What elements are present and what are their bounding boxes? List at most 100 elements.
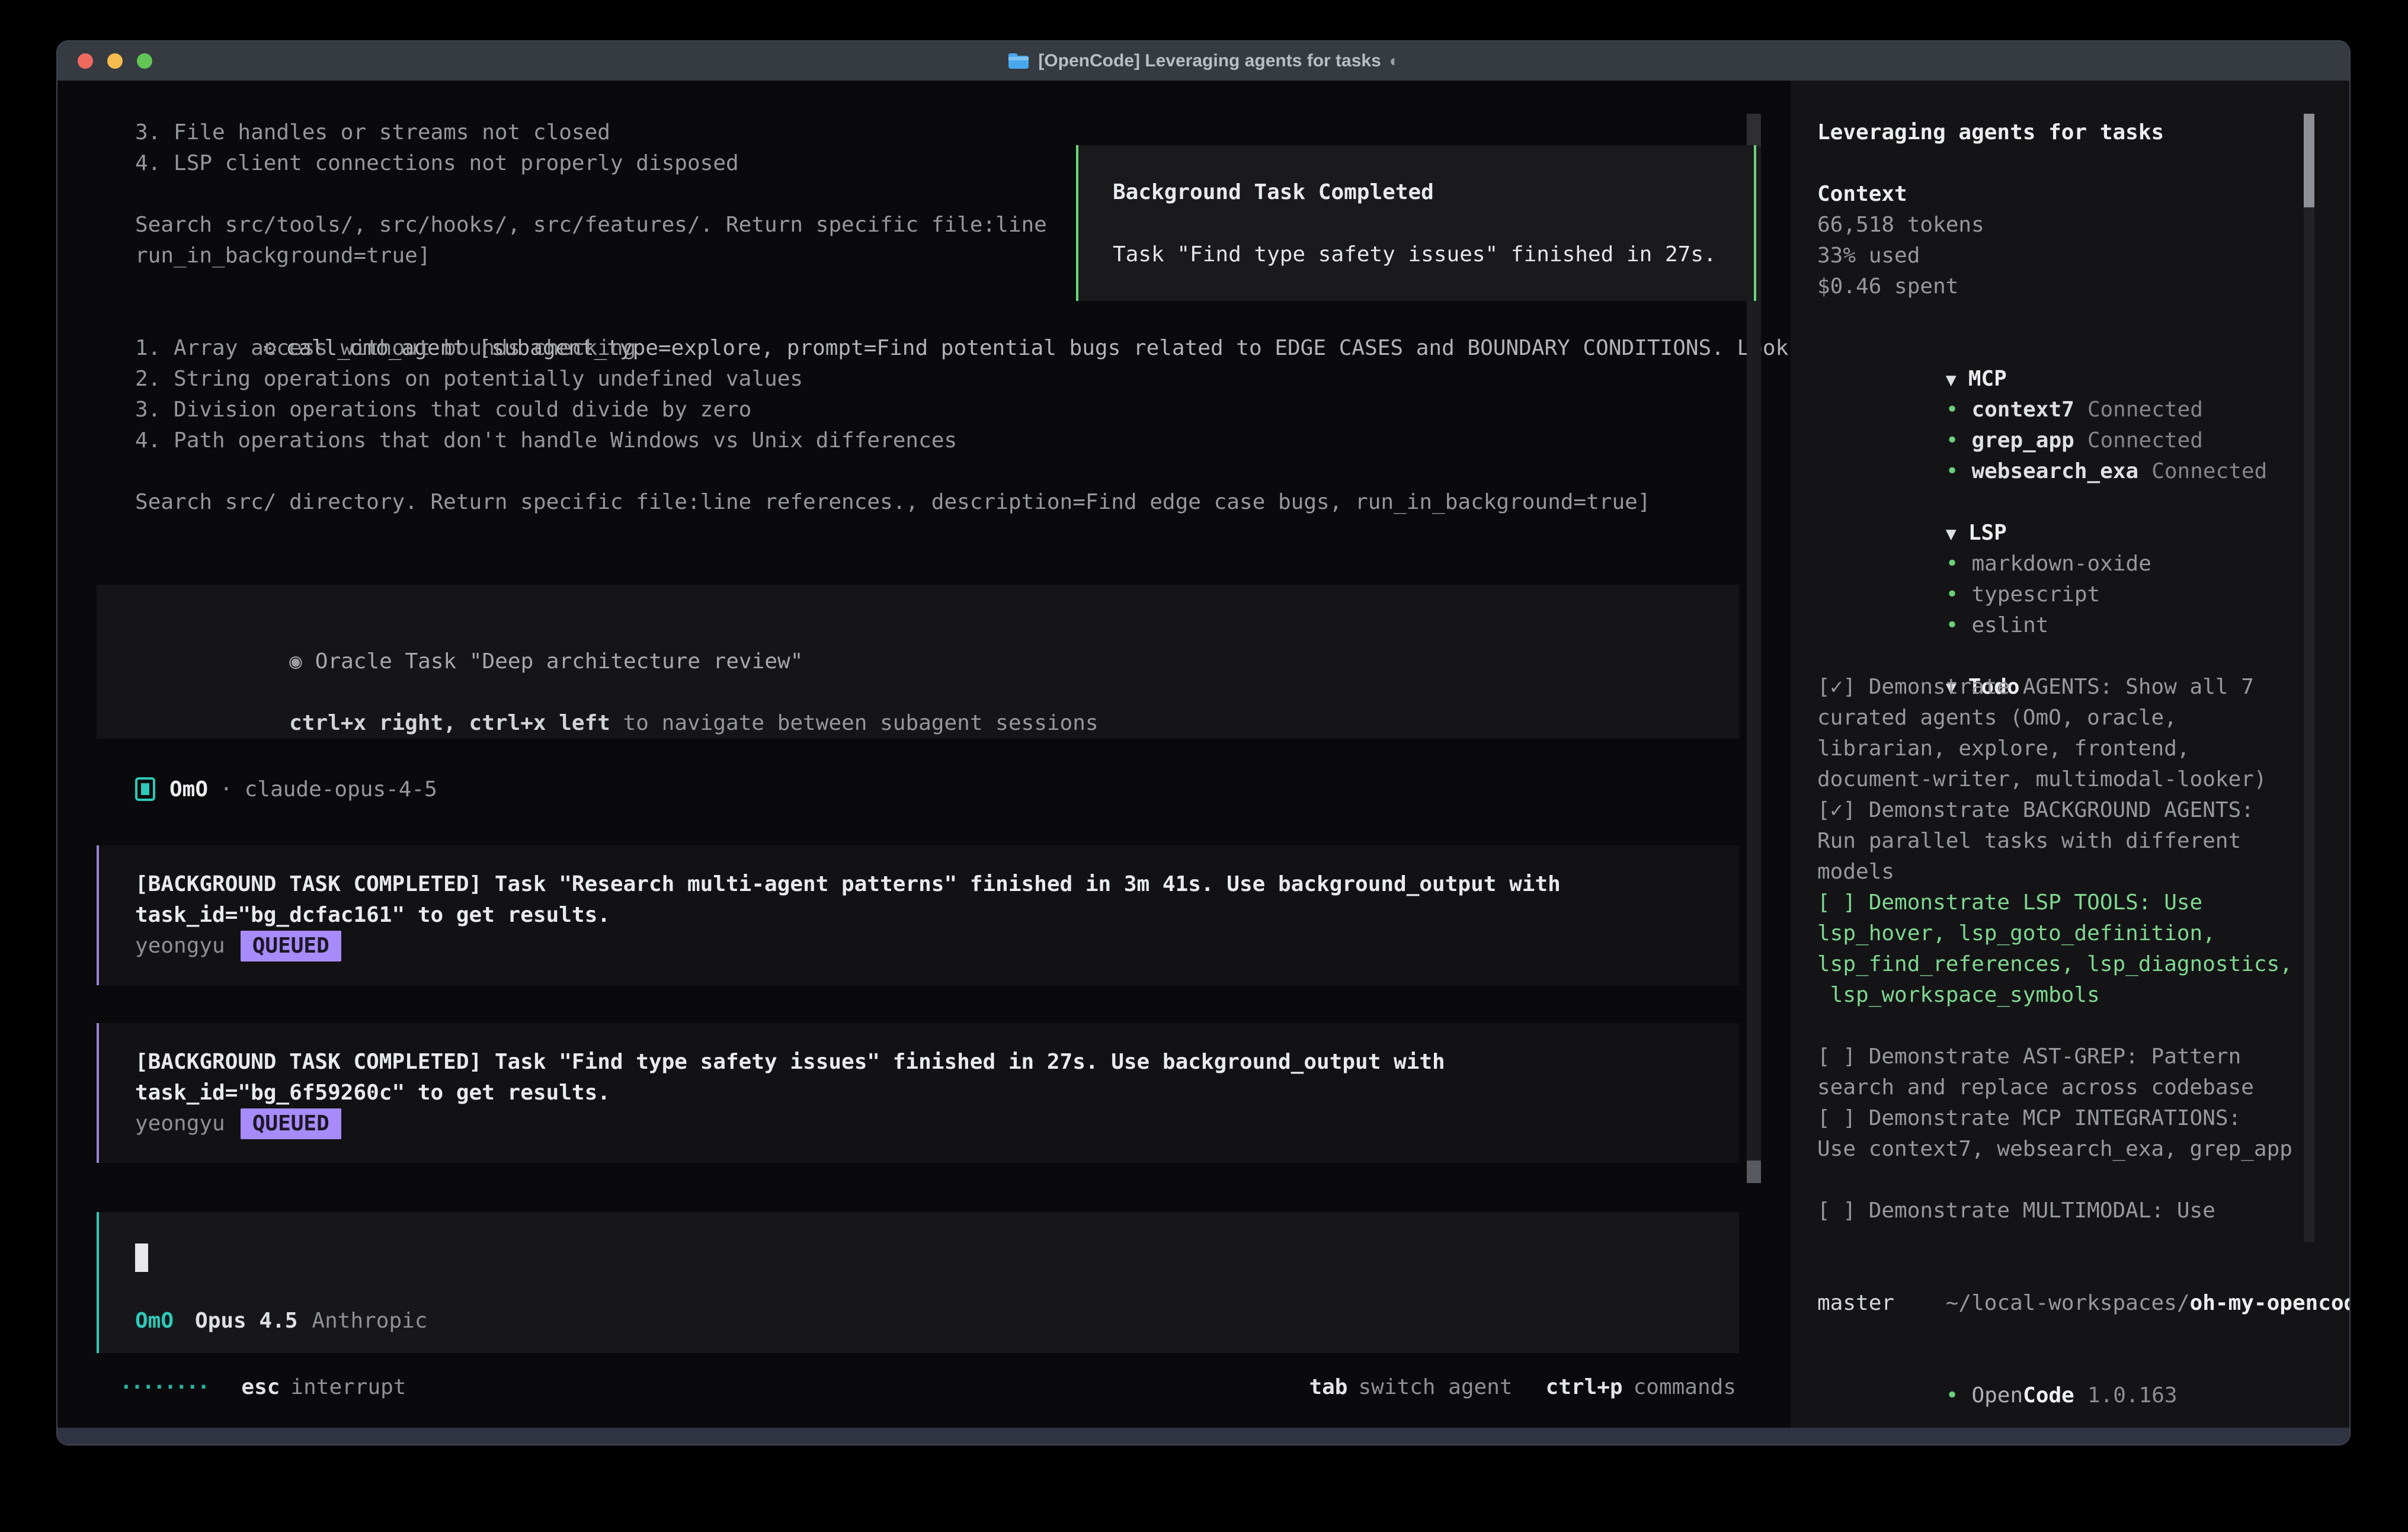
terminal-line: 3. File handles or streams not closed bbox=[57, 117, 1791, 148]
hint-text: to navigate between subagent sessions bbox=[610, 711, 1099, 735]
input-meta: OmO Opus 4.5 Anthropic bbox=[135, 1306, 428, 1337]
oracle-task-title-line: ◉Oracle Task "Deep architecture review" bbox=[97, 616, 1739, 646]
todo-item-active: [ ] Demonstrate LSP TOOLS: Use bbox=[1817, 887, 2349, 918]
status-bar: ········ esc interrupt tab switch agent … bbox=[57, 1372, 1791, 1403]
message-meta: yeongyu QUEUED bbox=[99, 1108, 1739, 1139]
todo-item-done: curated agents (OmO, oracle, bbox=[1817, 703, 2349, 733]
omo-agent-icon bbox=[135, 777, 155, 801]
minimize-button[interactable] bbox=[107, 53, 123, 69]
status-dot-icon: • bbox=[1946, 552, 1959, 576]
esc-key-label: interrupt bbox=[290, 1372, 406, 1403]
prompt-input[interactable]: OmO Opus 4.5 Anthropic bbox=[97, 1212, 1739, 1353]
todo-item-pending: Use context7, websearch_exa, grep_app bbox=[1817, 1134, 2349, 1165]
message-text: task_id="bg_6f59260c" to get results. bbox=[99, 1078, 1739, 1108]
desktop-background: [OpenCode] Leveraging agents for tasks ◐… bbox=[0, 0, 2408, 1532]
agent-model: claude-opus-4-5 bbox=[245, 777, 437, 802]
message-card: [BACKGROUND TASK COMPLETED] Task "Resear… bbox=[97, 845, 1739, 985]
folder-icon bbox=[1007, 52, 1030, 70]
oracle-task-icon: ◉ bbox=[289, 649, 302, 674]
status-dot-icon: • bbox=[1946, 582, 1959, 607]
spinner-dots-icon: ········ bbox=[120, 1372, 208, 1403]
message-card: [BACKGROUND TASK COMPLETED] Task "Find t… bbox=[97, 1023, 1739, 1163]
status-badge: QUEUED bbox=[241, 931, 341, 961]
oracle-task-title: Oracle Task "Deep architecture review" bbox=[315, 649, 803, 674]
toast-body: Task "Find type safety issues" finished … bbox=[1078, 239, 1754, 270]
status-dot-icon: • bbox=[1946, 459, 1959, 483]
oracle-task-card[interactable]: ◉Oracle Task "Deep architecture review" … bbox=[97, 585, 1739, 739]
agent-separator: · bbox=[220, 777, 233, 802]
mcp-name: websearch_exa bbox=[1971, 459, 2138, 483]
terminal-line bbox=[57, 456, 1791, 487]
lsp-name: typescript bbox=[1971, 582, 2100, 607]
tool-call-line: ⚙call_omo_agent [subagent_type=explore, … bbox=[57, 302, 1791, 333]
status-bar-right: tab switch agent ctrl+p commands bbox=[1309, 1372, 1736, 1403]
status-dot-icon: • bbox=[1946, 613, 1959, 637]
tab-key-hint: tab bbox=[1309, 1372, 1347, 1403]
agent-name: OmO bbox=[169, 777, 208, 802]
workspace-path-prefix: ~/local-workspaces/ bbox=[1946, 1291, 2190, 1315]
window-titlebar[interactable]: [OpenCode] Leveraging agents for tasks ◐ bbox=[57, 41, 2349, 81]
context-used: 33% used bbox=[1817, 241, 2349, 271]
message-text: task_id="bg_dcfac161" to get results. bbox=[99, 900, 1739, 931]
brand-name-regular: Open bbox=[1971, 1383, 2023, 1408]
sidebar-scrollbar[interactable] bbox=[2304, 114, 2314, 1242]
todo-item-done: librarian, explore, frontend, bbox=[1817, 733, 2349, 764]
todo-item-pending: search and replace across codebase bbox=[1817, 1072, 2349, 1103]
context-spent: $0.46 spent bbox=[1817, 271, 2349, 302]
todo-item-done: Run parallel tasks with different bbox=[1817, 826, 2349, 857]
mcp-section-header[interactable]: ▼MCP bbox=[1817, 333, 2349, 364]
context-heading: Context bbox=[1817, 179, 2349, 210]
mcp-status: Connected bbox=[2087, 428, 2203, 453]
terminal-line: 3. Division operations that could divide… bbox=[57, 395, 1791, 425]
mcp-name: context7 bbox=[1971, 398, 2074, 422]
lsp-name: markdown-oxide bbox=[1971, 552, 2151, 576]
lsp-name: eslint bbox=[1971, 613, 2048, 637]
input-agent-label: OmO bbox=[135, 1306, 174, 1337]
message-author: yeongyu bbox=[135, 1108, 225, 1139]
collapse-triangle-icon[interactable]: ▼ bbox=[1946, 524, 1956, 544]
mcp-status: Connected bbox=[2151, 459, 2267, 483]
esc-key-hint: esc bbox=[241, 1372, 280, 1403]
version-number: 1.0.163 bbox=[2087, 1383, 2178, 1408]
mcp-status: Connected bbox=[2087, 398, 2203, 422]
chat-scrollbar-segment[interactable] bbox=[1747, 114, 1761, 146]
todo-item-active: lsp_workspace_symbols bbox=[1817, 980, 2349, 1011]
todo-item-done: document-writer, multimodal-looker) bbox=[1817, 764, 2349, 795]
terminal-line: 4. Path operations that don't handle Win… bbox=[57, 425, 1791, 456]
ctrlp-key-label: commands bbox=[1634, 1372, 1736, 1403]
ctrlp-key-hint: ctrl+p bbox=[1546, 1372, 1623, 1403]
status-badge: QUEUED bbox=[241, 1108, 341, 1139]
todo-item-pending: [ ] Demonstrate MCP INTEGRATIONS: bbox=[1817, 1103, 2349, 1134]
sidebar-scrollbar-thumb[interactable] bbox=[2304, 114, 2314, 207]
workspace-repo: oh-my-opencode: bbox=[2190, 1291, 2349, 1315]
todo-item-done: [✓] Demonstrate BACKGROUND AGENTS: bbox=[1817, 795, 2349, 826]
opencode-window: [OpenCode] Leveraging agents for tasks ◐… bbox=[56, 40, 2351, 1446]
terminal-line: 2. String operations on potentially unde… bbox=[57, 364, 1791, 395]
background-task-toast[interactable]: Background Task Completed Task "Find typ… bbox=[1076, 145, 1756, 301]
text-cursor bbox=[135, 1243, 148, 1272]
status-dot-icon: • bbox=[1946, 398, 1959, 422]
mcp-heading: MCP bbox=[1968, 367, 2007, 391]
window-title: [OpenCode] Leveraging agents for tasks ◐ bbox=[1007, 51, 1399, 71]
todo-item-done: [✓] Demonstrate AGENTS: Show all 7 bbox=[1817, 672, 2349, 703]
message-text: [BACKGROUND TASK COMPLETED] Task "Resear… bbox=[99, 869, 1739, 900]
workspace-path: ~/local-workspaces/oh-my-opencode: bbox=[1817, 1257, 2349, 1288]
zoom-button[interactable] bbox=[137, 53, 152, 69]
terminal-line: Search src/ directory. Return specific f… bbox=[57, 487, 1791, 518]
window-title-text: [OpenCode] Leveraging agents for tasks bbox=[1038, 51, 1381, 71]
close-button[interactable] bbox=[78, 53, 93, 69]
message-text: [BACKGROUND TASK COMPLETED] Task "Find t… bbox=[99, 1047, 1739, 1078]
status-dot-icon: • bbox=[1946, 1383, 1959, 1408]
todo-item-active: lsp_hover, lsp_goto_definition, bbox=[1817, 918, 2349, 949]
app-version-line: •OpenCode1.0.163 bbox=[1817, 1350, 2349, 1380]
mcp-name: grep_app bbox=[1971, 428, 2074, 453]
todo-item-done: models bbox=[1817, 857, 2349, 887]
agent-header: OmO · claude-opus-4-5 bbox=[57, 774, 1791, 805]
collapse-triangle-icon[interactable]: ▼ bbox=[1946, 370, 1956, 390]
traffic-lights bbox=[78, 41, 152, 81]
toast-title: Background Task Completed bbox=[1078, 177, 1754, 208]
chat-scrollbar-thumb[interactable] bbox=[1747, 1161, 1761, 1183]
oracle-task-hint-line: ctrl+x right, ctrl+x left to navigate be… bbox=[97, 677, 1739, 708]
input-provider-label: Anthropic bbox=[312, 1306, 427, 1337]
todo-item-pending: [ ] Demonstrate AST-GREP: Pattern bbox=[1817, 1041, 2349, 1072]
